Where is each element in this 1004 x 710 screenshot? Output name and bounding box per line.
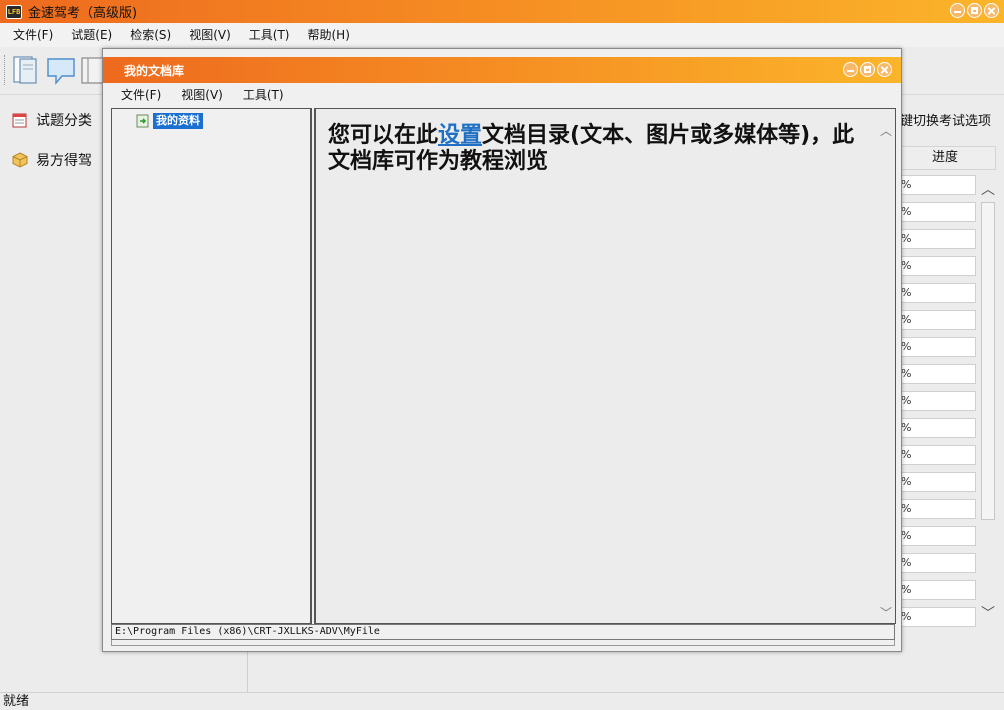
menu-questions[interactable]: 试题(E)	[62, 23, 121, 47]
path-bar: E:\Program Files (x86)\CRT-JXLLKS-ADV\My…	[111, 624, 895, 640]
progress-scrollbar[interactable]: ︿ ﹀	[978, 178, 1000, 634]
settings-link[interactable]: 设置	[438, 123, 482, 148]
chevron-down-icon[interactable]: ﹀	[878, 605, 894, 621]
switch-option-hint: 键切换考试选项	[900, 114, 992, 129]
current-path: E:\Program Files (x86)\CRT-JXLLKS-ADV\My…	[115, 626, 380, 637]
folder-arrow-icon	[136, 114, 149, 128]
dialog-menu-tools[interactable]: 工具(T)	[233, 85, 294, 105]
folder-tree: 我的资料	[111, 108, 312, 624]
main-titlebar[interactable]: LFB 金速驾考（高级版)	[0, 0, 1004, 23]
minimize-icon[interactable]	[843, 62, 858, 77]
minimize-icon[interactable]	[950, 3, 965, 18]
chevron-down-icon[interactable]: ﹀	[980, 606, 996, 622]
menu-file[interactable]: 文件(F)	[4, 23, 62, 47]
tree-node-label[interactable]: 我的资料	[153, 113, 203, 129]
content-message: 您可以在此设置文档目录(文本、图片或多媒体等)，此文档库可作为教程浏览	[328, 123, 868, 175]
app-logo-icon: LFB	[6, 4, 22, 19]
menu-search[interactable]: 检索(S)	[121, 23, 180, 47]
left-item-label: 试题分类	[36, 113, 92, 129]
dialog-window-controls	[843, 62, 892, 77]
menu-tools[interactable]: 工具(T)	[240, 23, 299, 47]
dialog-menu-view[interactable]: 视图(V)	[171, 85, 233, 105]
chevron-up-icon[interactable]: ︿	[878, 123, 894, 139]
tree-node-my-files[interactable]: 我的资料	[136, 113, 203, 129]
status-bar: 就绪	[0, 692, 1004, 710]
window-controls	[950, 3, 999, 18]
window-title: 金速驾考（高级版)	[28, 6, 138, 21]
content-text-before: 您可以在此	[328, 123, 439, 148]
document-content-pane: 您可以在此设置文档目录(文本、图片或多媒体等)，此文档库可作为教程浏览 ︿ ﹀	[314, 108, 896, 624]
toolbar-grip	[4, 55, 6, 85]
scrollbar-thumb[interactable]	[981, 202, 995, 520]
book-icon[interactable]	[10, 54, 40, 86]
content-scrollbar[interactable]: ︿ ﹀	[878, 109, 894, 623]
dialog-titlebar[interactable]: 我的文档库	[103, 57, 901, 83]
document-library-dialog: 我的文档库 文件(F) 视图(V) 工具(T) 我的资料 您可以在此设置文档目录…	[102, 48, 902, 652]
menu-view[interactable]: 视图(V)	[180, 23, 240, 47]
maximize-icon[interactable]	[967, 3, 982, 18]
left-item-question-categories[interactable]: 试题分类	[12, 110, 92, 130]
calendar-icon	[12, 113, 27, 128]
dialog-title: 我的文档库	[124, 63, 185, 78]
menu-help[interactable]: 帮助(H)	[299, 23, 359, 47]
left-item-yifangde[interactable]: 易方得驾	[12, 150, 92, 170]
status-text: 就绪	[3, 694, 30, 709]
chevron-up-icon[interactable]: ︿	[980, 182, 996, 198]
close-icon[interactable]	[877, 62, 892, 77]
close-icon[interactable]	[984, 3, 999, 18]
dialog-menubar: 文件(F) 视图(V) 工具(T)	[111, 85, 294, 105]
chat-bubble-icon[interactable]	[46, 54, 76, 86]
dialog-menu-file[interactable]: 文件(F)	[111, 85, 171, 105]
left-item-label: 易方得驾	[36, 153, 92, 169]
maximize-icon[interactable]	[860, 62, 875, 77]
package-icon	[12, 152, 28, 168]
main-menubar: 文件(F) 试题(E) 检索(S) 视图(V) 工具(T) 帮助(H)	[0, 23, 1004, 47]
dialog-bottom-strip	[111, 640, 895, 646]
